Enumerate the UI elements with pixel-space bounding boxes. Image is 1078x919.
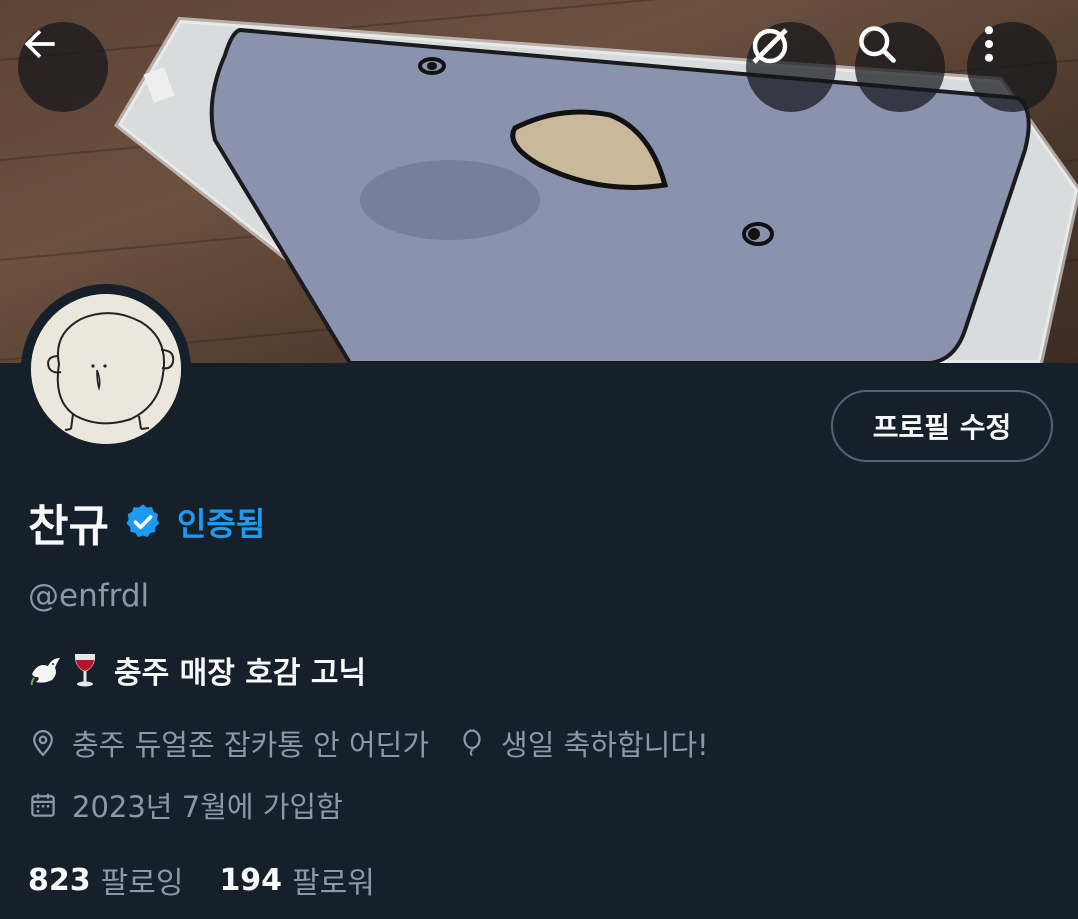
edit-profile-button[interactable]: 프로필 수정 <box>831 390 1053 462</box>
follow-stats: 823 팔로잉 194 팔로워 <box>28 858 375 902</box>
profile-meta-row: 충주 듀얼존 잡카통 안 어딘가 생일 축하합니다! <box>28 722 709 764</box>
following-link[interactable]: 823 팔로잉 <box>28 858 183 902</box>
location-pin-icon <box>33 729 53 757</box>
followers-count: 194 <box>219 862 283 898</box>
name-row: 찬규 인증됨 <box>28 492 265 552</box>
balloon-icon <box>463 729 481 757</box>
avatar-image <box>31 294 181 444</box>
location-text: 충주 듀얼존 잡카통 안 어딘가 <box>72 728 430 762</box>
birthday-text: 생일 축하합니다! <box>501 728 709 762</box>
following-label: 팔로잉 <box>100 866 184 901</box>
dove-emoji-icon <box>30 658 60 686</box>
more-vertical-icon <box>984 26 994 62</box>
bio: 충주 매장 호감 고닉 <box>28 648 366 692</box>
avatar-drawing <box>31 294 181 444</box>
verified-label[interactable]: 인증됨 <box>177 499 265 545</box>
following-count: 823 <box>28 862 91 898</box>
joined-text: 2023년 7월에 가입함 <box>72 790 343 824</box>
profile-page: 프로필 수정 찬규 인증됨 @enfrdl 충주 매장 호감 고닉 충주 듀얼존… <box>0 0 1078 919</box>
verified-badge-icon[interactable] <box>123 502 163 542</box>
more-button[interactable] <box>967 22 1057 112</box>
bio-text: 충주 매장 호감 고닉 <box>114 656 367 691</box>
arrow-left-icon <box>24 29 55 59</box>
display-name: 찬규 <box>28 501 109 552</box>
followers-label: 팔로워 <box>292 866 375 901</box>
profile-meta-row-joined: 2023년 7월에 가입함 <box>28 784 343 826</box>
followers-link[interactable]: 194 팔로워 <box>219 858 374 902</box>
search-icon <box>859 26 896 63</box>
search-button[interactable] <box>855 22 945 112</box>
grok-slash-icon <box>752 28 788 64</box>
calendar-icon <box>31 793 55 817</box>
user-handle: @enfrdl <box>28 578 150 614</box>
wine-glass-emoji-icon <box>74 654 96 687</box>
back-button[interactable] <box>18 22 108 112</box>
grok-button[interactable] <box>746 22 836 112</box>
avatar[interactable] <box>21 284 191 454</box>
